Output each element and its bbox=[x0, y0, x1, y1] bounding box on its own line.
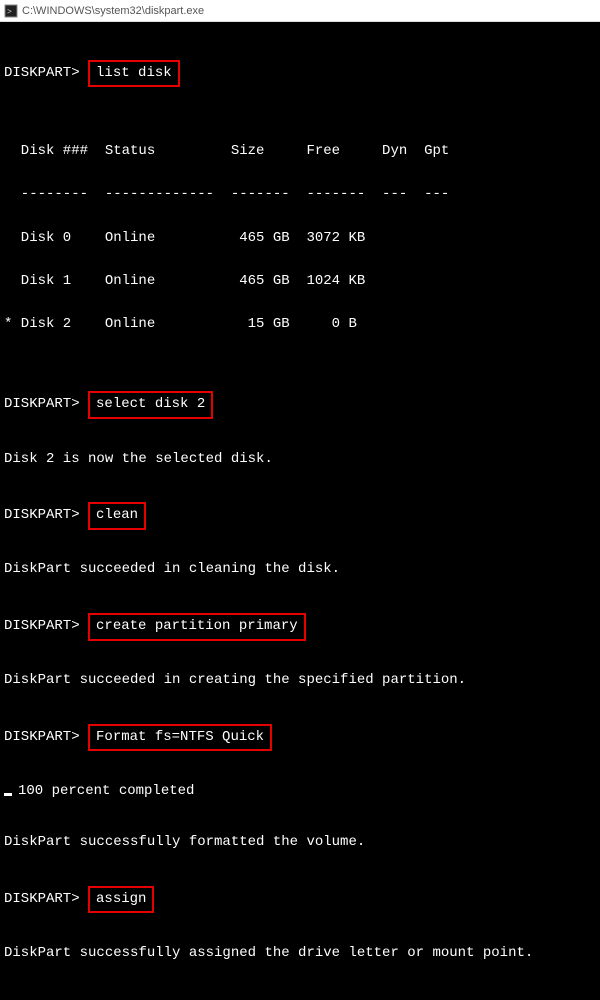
svg-text:>: > bbox=[7, 8, 12, 17]
table-row: Disk 0 Online 465 GB 3072 KB bbox=[4, 228, 596, 250]
prompt-label: DISKPART> bbox=[4, 396, 80, 412]
command-select-disk: select disk 2 bbox=[88, 391, 213, 419]
app-icon: > bbox=[4, 4, 18, 18]
prompt-label: DISKPART> bbox=[4, 65, 80, 81]
prompt-label: DISKPART> bbox=[4, 891, 80, 907]
table-row: Disk 1 Online 465 GB 1024 KB bbox=[4, 271, 596, 293]
window-title: C:\WINDOWS\system32\diskpart.exe bbox=[22, 5, 204, 17]
progress-text: 100 percent completed bbox=[18, 783, 194, 799]
prompt-line-create-partition: DISKPART> create partition primary bbox=[4, 613, 596, 641]
command-create-partition: create partition primary bbox=[88, 613, 306, 641]
prompt-line-select-disk: DISKPART> select disk 2 bbox=[4, 391, 596, 419]
cursor-icon bbox=[4, 793, 12, 796]
prompt-line-format: DISKPART> Format fs=NTFS Quick bbox=[4, 724, 596, 752]
command-clean: clean bbox=[88, 502, 146, 530]
output-selected-disk: Disk 2 is now the selected disk. bbox=[4, 449, 596, 471]
prompt-line-list-disk: DISKPART> list disk bbox=[4, 60, 596, 88]
prompt-line-clean: DISKPART> clean bbox=[4, 502, 596, 530]
table-row: * Disk 2 Online 15 GB 0 B bbox=[4, 314, 596, 336]
disk-table: Disk ### Status Size Free Dyn Gpt ------… bbox=[4, 119, 596, 358]
output-progress: 100 percent completed bbox=[4, 781, 596, 803]
table-divider: -------- ------------- ------- ------- -… bbox=[4, 184, 596, 206]
prompt-label: DISKPART> bbox=[4, 729, 80, 745]
command-list-disk: list disk bbox=[88, 60, 180, 88]
command-assign: assign bbox=[88, 886, 154, 914]
command-format: Format fs=NTFS Quick bbox=[88, 724, 272, 752]
output-format: DiskPart successfully formatted the volu… bbox=[4, 832, 596, 854]
terminal-output[interactable]: DISKPART> list disk Disk ### Status Size… bbox=[0, 22, 600, 1000]
prompt-line-assign: DISKPART> assign bbox=[4, 886, 596, 914]
prompt-label: DISKPART> bbox=[4, 507, 80, 523]
output-clean: DiskPart succeeded in cleaning the disk. bbox=[4, 559, 596, 581]
table-header: Disk ### Status Size Free Dyn Gpt bbox=[4, 141, 596, 163]
prompt-label: DISKPART> bbox=[4, 618, 80, 634]
output-create-partition: DiskPart succeeded in creating the speci… bbox=[4, 670, 596, 692]
output-assign: DiskPart successfully assigned the drive… bbox=[4, 943, 596, 965]
window-title-bar: > C:\WINDOWS\system32\diskpart.exe bbox=[0, 0, 600, 22]
